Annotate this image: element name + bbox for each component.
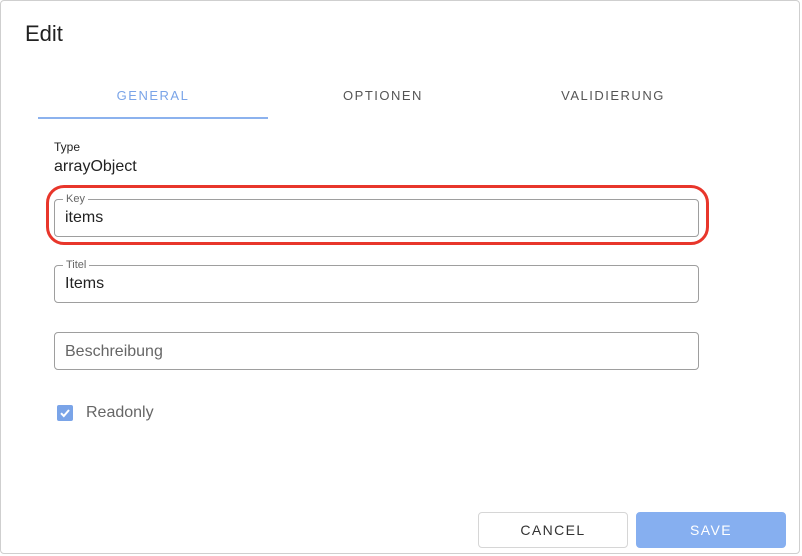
key-field-label: Key bbox=[63, 192, 88, 206]
type-value: arrayObject bbox=[54, 158, 137, 175]
beschreibung-field-placeholder: Beschreibung bbox=[65, 343, 163, 360]
active-tab-indicator bbox=[38, 117, 268, 119]
tab-general[interactable]: GENERAL bbox=[38, 81, 268, 119]
cancel-button[interactable]: CANCEL bbox=[478, 512, 628, 548]
titel-field-value: Items bbox=[65, 275, 105, 292]
dialog-title: Edit bbox=[25, 21, 63, 46]
key-field[interactable]: Key items bbox=[54, 192, 699, 237]
key-field-value: items bbox=[65, 209, 104, 226]
readonly-checkbox[interactable] bbox=[57, 405, 73, 421]
beschreibung-field[interactable]: Beschreibung bbox=[54, 332, 699, 370]
tab-optionen[interactable]: OPTIONEN bbox=[268, 81, 498, 119]
edit-dialog: Edit GENERAL OPTIONEN VALIDIERUNG Type a… bbox=[0, 0, 800, 554]
check-icon bbox=[60, 409, 70, 418]
titel-field[interactable]: Titel Items bbox=[54, 258, 699, 303]
type-label: Type bbox=[54, 140, 81, 154]
readonly-label: Readonly bbox=[86, 404, 154, 421]
titel-field-label: Titel bbox=[63, 258, 90, 272]
tab-validierung[interactable]: VALIDIERUNG bbox=[498, 81, 728, 119]
tab-bar: GENERAL OPTIONEN VALIDIERUNG bbox=[38, 81, 728, 119]
save-button[interactable]: SAVE bbox=[636, 512, 786, 548]
